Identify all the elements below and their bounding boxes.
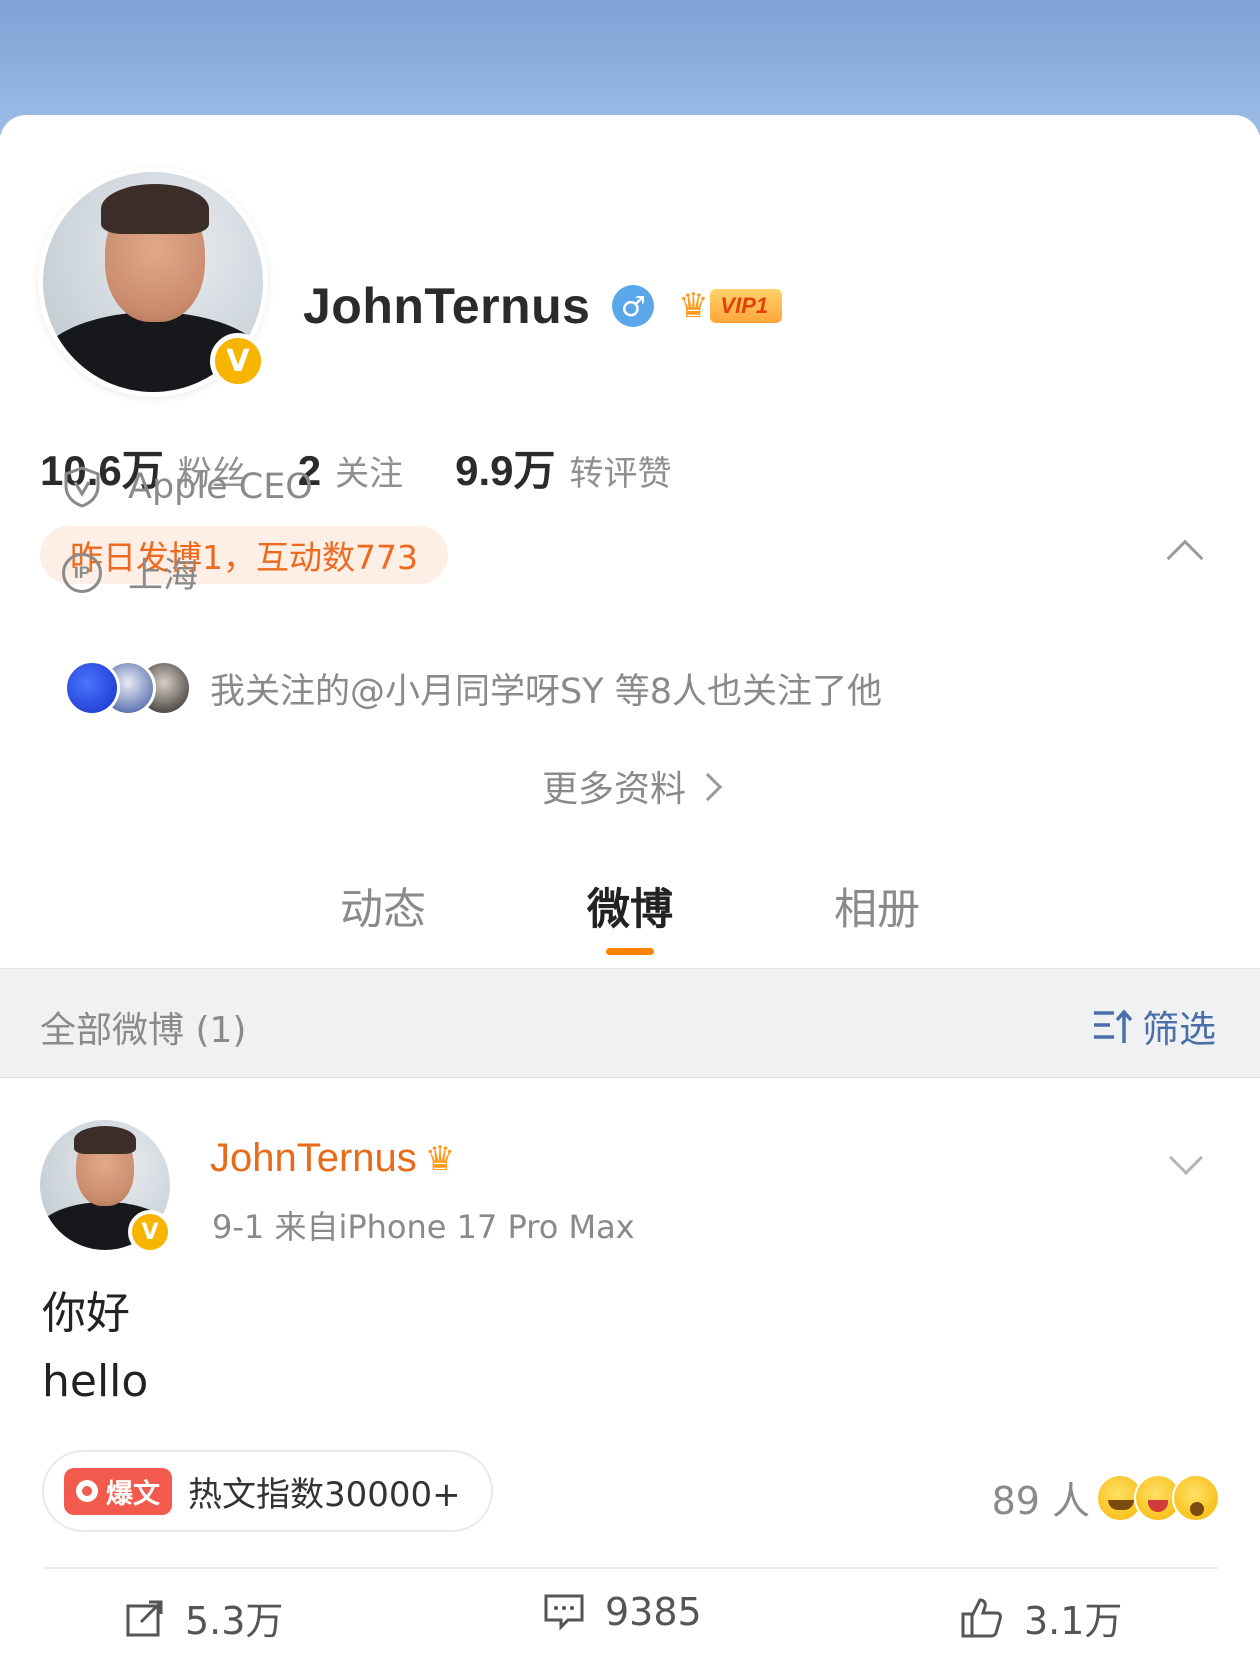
tab-weibo-label: 微博 (587, 885, 673, 935)
mutual-avatar (64, 660, 120, 716)
post-action-bar: 5.3万 9385 3.1万 (0, 1590, 1260, 1680)
flame-icon (76, 1480, 98, 1502)
active-tab-indicator (606, 948, 654, 955)
following-label[interactable]: 关注 (335, 446, 403, 495)
reactions-summary[interactable]: 89 人 (992, 1470, 1220, 1525)
profile-card: V JohnTernus ♂ ♛ VIP1 10.6万 粉丝 2 关注 9.9万… (0, 115, 1260, 1680)
comment-count: 9385 (605, 1590, 702, 1634)
more-info-link[interactable]: 更多资料 (0, 760, 1260, 812)
surprised-emoji-icon (1172, 1473, 1220, 1522)
hot-index-text: 热文指数30000+ (188, 1474, 461, 1515)
comment-icon (544, 1594, 584, 1631)
filter-sort-icon (1094, 1009, 1133, 1043)
repost-count: 5.3万 (185, 1599, 284, 1643)
mutual-follow-text: 我关注的@小月同学呀SY 等8人也关注了他 (210, 671, 882, 712)
filter-label: 筛选 (1142, 1008, 1216, 1051)
filter-bar: 全部微博 (1) 筛选 (0, 968, 1260, 1078)
like-count: 3.1万 (1024, 1599, 1123, 1643)
post-meta: 9-1 来自iPhone 17 Pro Max (212, 1208, 635, 1246)
vip-badge[interactable]: ♛ VIP1 (670, 286, 783, 326)
post-verified-badge-icon: V (128, 1210, 172, 1254)
thumbs-up-icon (961, 1597, 1002, 1637)
post-options-chevron-down-icon[interactable] (1169, 1141, 1203, 1175)
verified-badge-icon: V (210, 333, 266, 389)
filter-button[interactable]: 筛选 (1092, 999, 1216, 1053)
shield-verified-icon (62, 466, 102, 508)
comment-button[interactable]: 9385 (543, 1590, 702, 1634)
like-button[interactable]: 3.1万 (960, 1590, 1122, 1645)
divider (42, 1567, 1218, 1569)
profile-username: JohnTernus (303, 278, 591, 334)
collapse-chevron-up-icon[interactable] (1166, 539, 1204, 577)
chevron-right-icon (693, 772, 723, 802)
interactions-label[interactable]: 转评赞 (570, 446, 672, 495)
male-gender-icon: ♂ (612, 285, 655, 327)
interactions-count[interactable]: 9.9万 (455, 437, 555, 498)
post-text-line: 你好 (42, 1288, 130, 1339)
tab-album[interactable]: 相册 (777, 875, 977, 937)
tab-weibo[interactable]: 微博 (530, 875, 730, 955)
profile-avatar[interactable]: V (38, 167, 268, 397)
verification-row: Apple CEO (62, 466, 313, 508)
profile-name-row: JohnTernus ♂ ♛ VIP1 (303, 277, 783, 335)
repost-button[interactable]: 5.3万 (125, 1590, 283, 1645)
ip-location-row: IP 上海 (62, 547, 198, 598)
more-info-label: 更多资料 (541, 769, 686, 810)
hot-tag-label: 爆文 (106, 1478, 160, 1510)
tab-dynamic[interactable]: 动态 (283, 875, 483, 937)
post-author-name-row[interactable]: JohnTernus ♛ (210, 1136, 455, 1181)
hot-tag: 爆文 (64, 1467, 172, 1515)
hot-index-badge[interactable]: 爆文 热文指数30000+ (42, 1450, 493, 1532)
verification-title: Apple CEO (128, 467, 313, 507)
crown-icon: ♛ (424, 1139, 456, 1178)
vip-level-label: VIP1 (710, 289, 783, 323)
post-content[interactable]: 你好 hello (42, 1280, 148, 1416)
repost-icon (126, 1600, 163, 1636)
profile-tabs: 动态 微博 相册 (0, 875, 1260, 955)
ip-location: 上海 (128, 556, 199, 596)
reaction-count: 89 人 (991, 1479, 1090, 1523)
all-posts-title: 全部微博 (1) (40, 1010, 247, 1051)
mutual-follow-row[interactable]: 我关注的@小月同学呀SY 等8人也关注了他 (64, 660, 882, 716)
ip-icon: IP (62, 552, 102, 593)
post-author-name: JohnTernus (210, 1136, 417, 1180)
post-text-line: hello (42, 1356, 149, 1407)
